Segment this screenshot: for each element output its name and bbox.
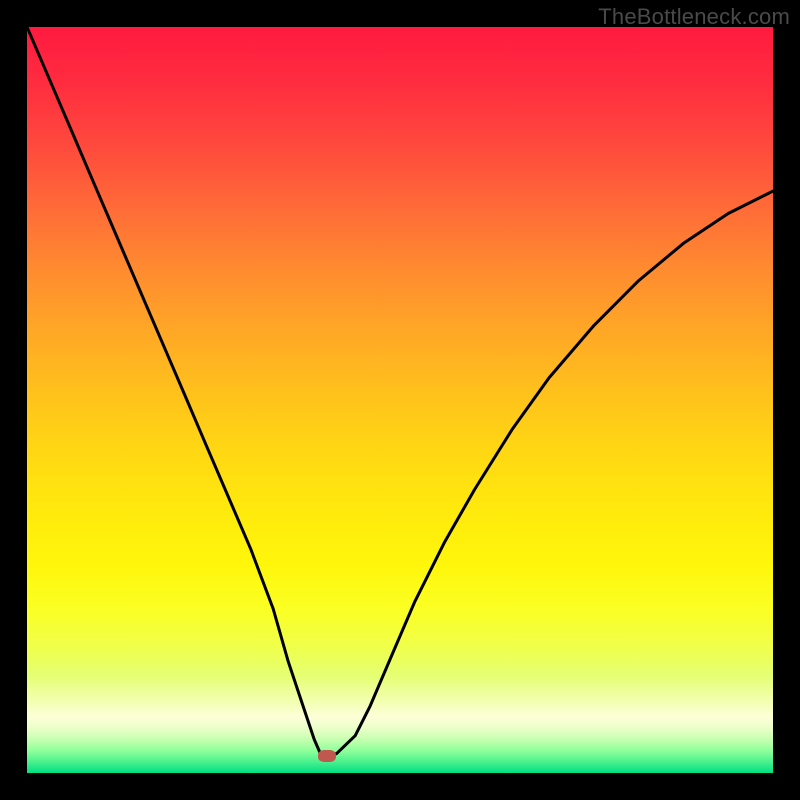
chart-frame: TheBottleneck.com: [0, 0, 800, 800]
bottleneck-curve: [27, 27, 773, 757]
curve-svg: [27, 27, 773, 773]
watermark-text: TheBottleneck.com: [598, 4, 790, 30]
optimum-marker: [318, 750, 336, 762]
plot-area: [27, 27, 773, 773]
